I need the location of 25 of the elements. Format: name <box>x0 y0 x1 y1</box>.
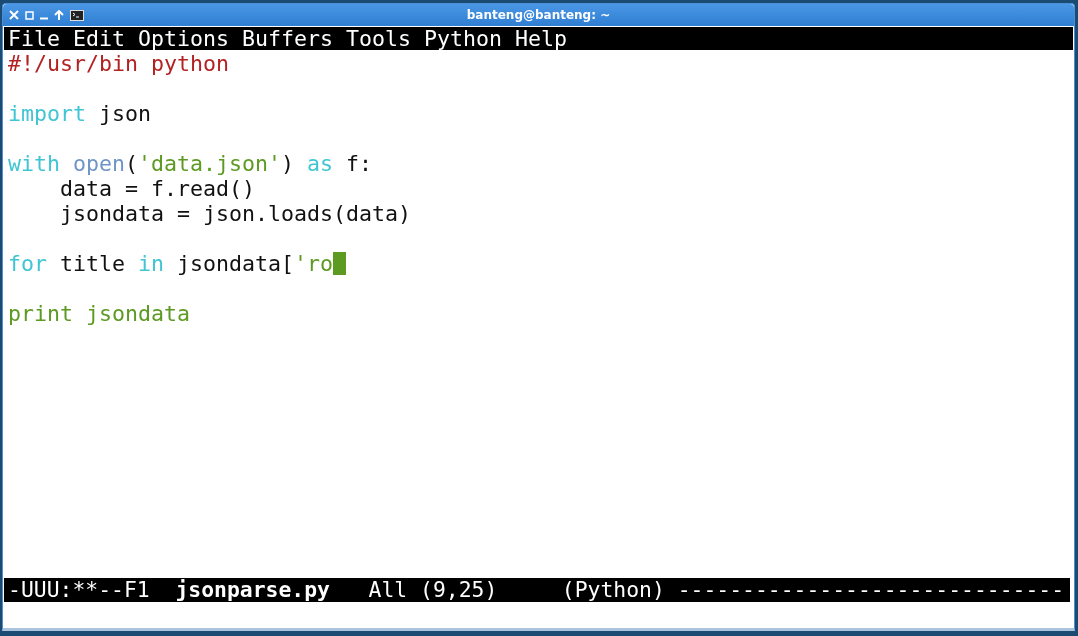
menu-item[interactable]: Edit <box>73 27 126 50</box>
window-title: banteng@banteng: ~ <box>466 8 611 22</box>
text-cursor <box>333 252 347 275</box>
menu-item[interactable]: File <box>8 27 60 50</box>
close-icon[interactable] <box>9 10 19 20</box>
menu-item[interactable]: Python <box>424 27 503 50</box>
code-line: with open('data.json') as f: <box>8 151 373 176</box>
mode-line-fill: ------------------------------ <box>677 578 1065 602</box>
maximize-icon[interactable] <box>25 10 34 20</box>
terminal-icon <box>70 9 84 21</box>
code-line: import json <box>8 101 152 126</box>
cursor-position: All (9,25) <box>368 578 498 602</box>
major-mode: (Python) <box>561 578 665 602</box>
menu-item[interactable]: Buffers <box>242 27 334 50</box>
menu-item[interactable]: Tools <box>346 27 412 50</box>
code-line: #!/usr/bin python <box>8 51 229 76</box>
code-line: for title in jsondata['ro <box>8 251 347 276</box>
menu-item[interactable]: Help <box>515 27 568 50</box>
code-line: jsondata = json.loads(data) <box>59 201 412 226</box>
buffer-name: jsonparse.py <box>175 578 330 602</box>
mode-line-status: -UUU:**--F1 <box>8 578 150 602</box>
code-line: data = f.read() <box>59 176 255 201</box>
menu-item[interactable]: Options <box>138 27 230 50</box>
up-arrow-icon[interactable] <box>54 10 64 20</box>
code-line: print jsondata <box>8 301 190 326</box>
